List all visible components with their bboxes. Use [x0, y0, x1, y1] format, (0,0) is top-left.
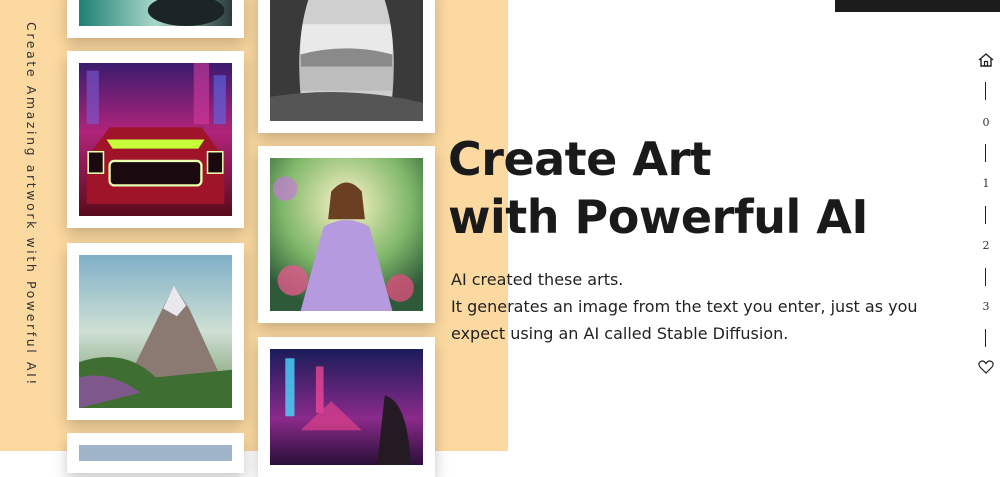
nav-divider: [985, 82, 986, 100]
hero-title-line-2: with Powerful AI: [448, 190, 868, 244]
nav-favorite[interactable]: [975, 359, 997, 375]
nav-item-2[interactable]: 2: [975, 239, 997, 252]
art-card-sports-car[interactable]: [67, 51, 244, 228]
hero-title: Create Art with Powerful AI: [448, 130, 868, 246]
nav-divider: [985, 206, 986, 224]
heart-icon: [978, 359, 994, 378]
art-image-neon-city: [270, 349, 423, 465]
nav-item-0[interactable]: 0: [975, 116, 997, 129]
hero-desc-line-2: It generates an image from the text you …: [451, 297, 918, 316]
art-card-lake-sketch[interactable]: [258, 0, 435, 133]
hero-desc-line-3: expect using an AI called Stable Diffusi…: [451, 324, 789, 343]
top-bar: [835, 0, 1000, 12]
art-card-mountain[interactable]: [67, 243, 244, 420]
art-image-bottom-left: [79, 445, 232, 461]
hero-title-line-1: Create Art: [448, 132, 712, 186]
art-card-abstract[interactable]: [67, 0, 244, 38]
home-icon: [977, 53, 995, 72]
art-image-princess: [270, 158, 423, 311]
art-card-bottom-left[interactable]: [67, 433, 244, 473]
art-image-mountain: [79, 255, 232, 408]
nav-divider: [985, 268, 986, 286]
art-image-lake-sketch: [270, 0, 423, 121]
hero-description: AI created these arts. It generates an i…: [451, 266, 971, 347]
art-image-sports-car: [79, 63, 232, 216]
gallery-panel: Create Amazing artwork with Powerful AI!: [0, 0, 508, 477]
art-card-princess[interactable]: [258, 146, 435, 323]
nav-item-3[interactable]: 3: [975, 300, 997, 313]
nav-item-1[interactable]: 1: [975, 177, 997, 190]
nav-home[interactable]: [975, 52, 997, 70]
nav-divider: [985, 144, 986, 162]
vertical-tagline: Create Amazing artwork with Powerful AI!: [24, 22, 39, 387]
art-card-neon-city[interactable]: [258, 337, 435, 477]
hero-desc-line-1: AI created these arts.: [451, 270, 624, 289]
nav-divider: [985, 329, 986, 347]
art-image-abstract: [79, 0, 232, 26]
side-navigation: 0 1 2 3: [975, 50, 997, 380]
